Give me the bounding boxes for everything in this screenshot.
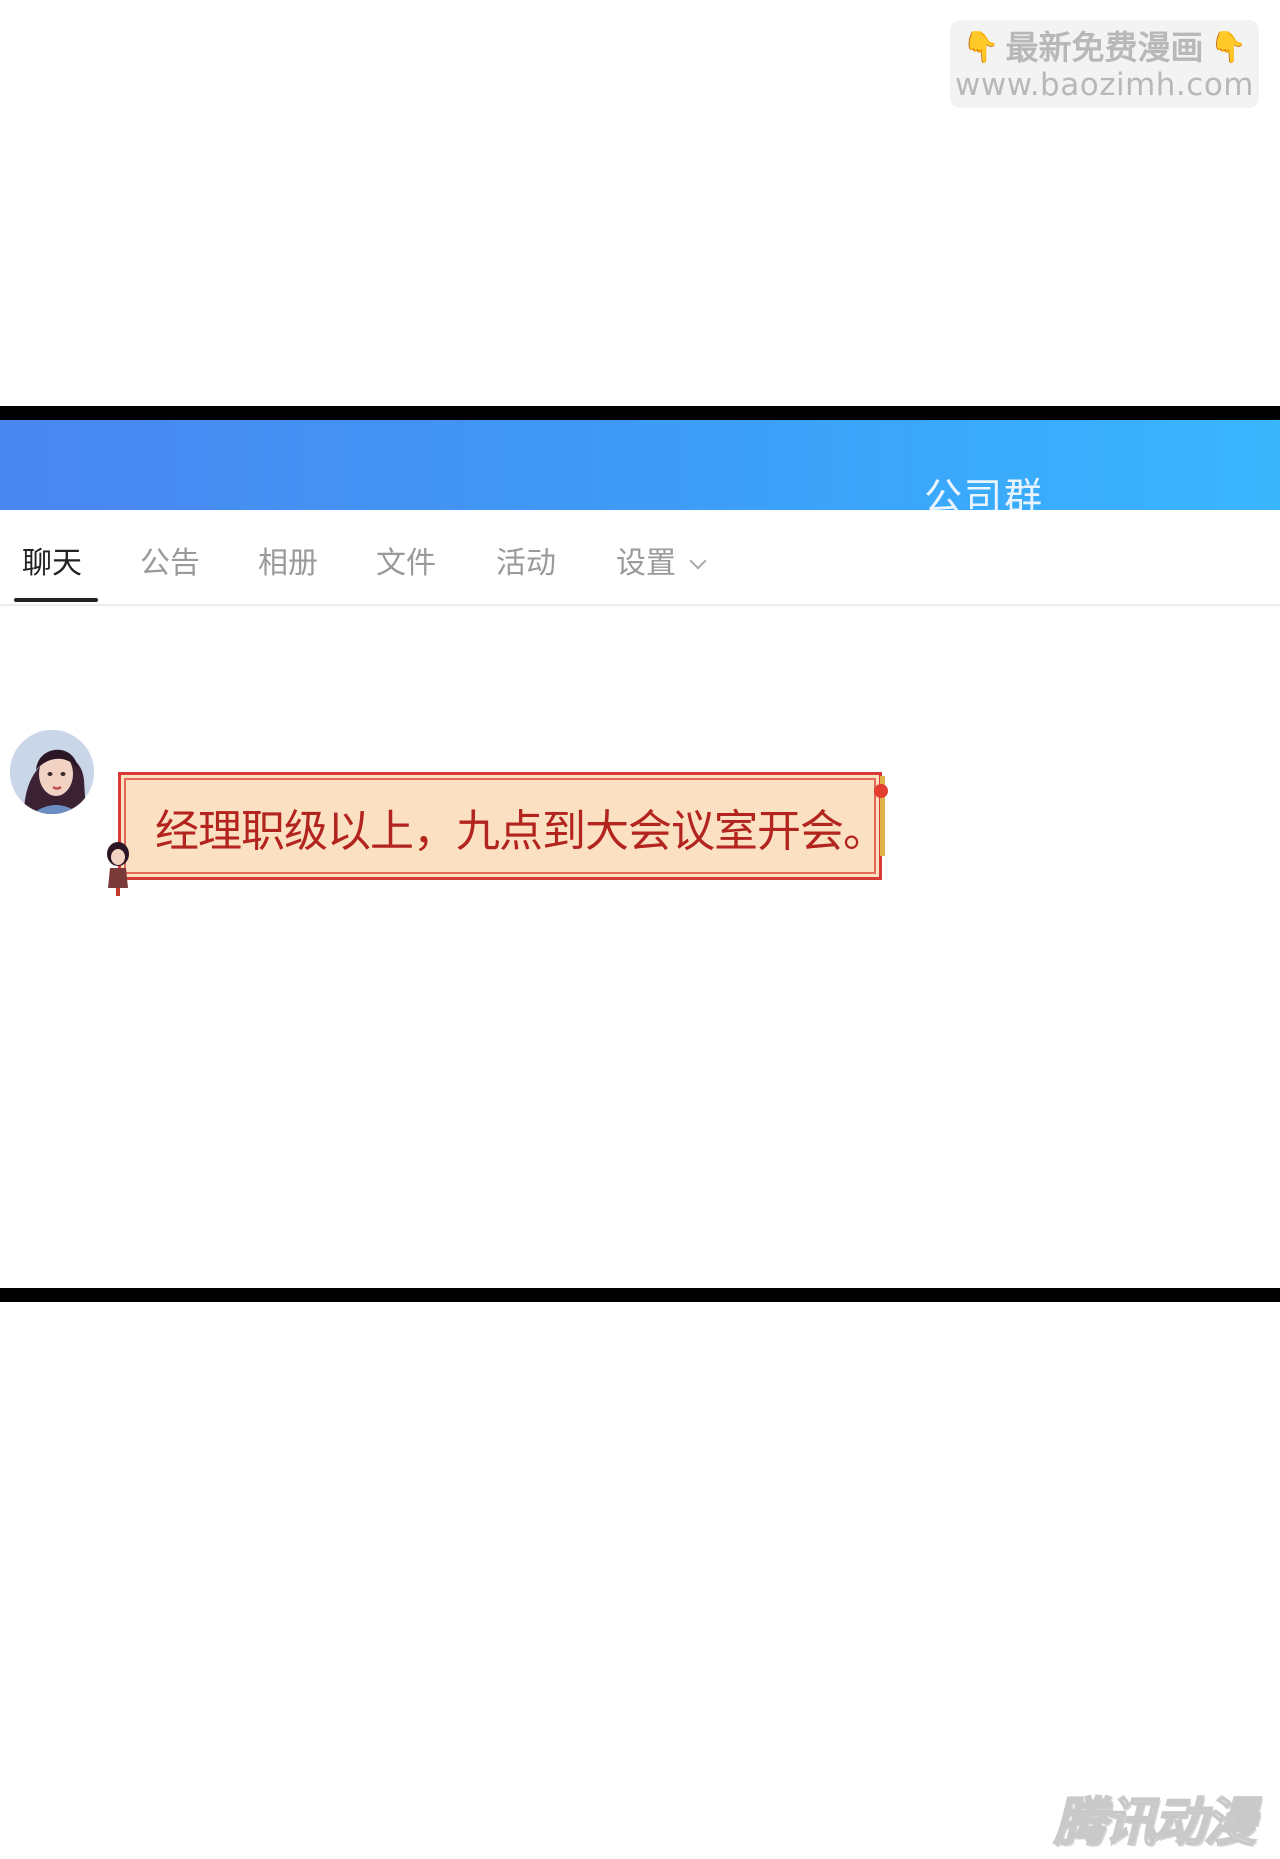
site-watermark: 👇 最新免费漫画 👇 www.baozimh.com: [950, 20, 1259, 108]
pointing-down-hand-icon: 👇: [1209, 30, 1247, 65]
pointing-down-hand-icon: 👇: [962, 30, 1000, 65]
message-bubble: 经理职级以上，九点到大会议室开会。: [118, 772, 887, 880]
tab-files[interactable]: 文件: [376, 538, 436, 582]
chibi-figure-icon: [107, 842, 129, 896]
tab-activity[interactable]: 活动: [496, 538, 556, 582]
tab-chat[interactable]: 聊天: [22, 538, 82, 582]
watermark-text: 最新免费漫画: [1005, 28, 1204, 67]
comic-panel: 公司群 聊天 公告 相册 文件 活动 设置 经理职级以上，九点到大会议室开会。: [0, 406, 1280, 1302]
watermark-url: www.baozimh.com: [954, 67, 1254, 103]
tab-album[interactable]: 相册: [258, 538, 318, 582]
message-text: 经理职级以上，九点到大会议室开会。: [155, 806, 887, 857]
group-title: 公司群: [924, 475, 1045, 510]
chat-title-bar: 公司群: [0, 420, 1280, 510]
tab-settings[interactable]: 设置: [616, 538, 707, 582]
watermark-line1: 👇 最新免费漫画 👇: [950, 28, 1259, 68]
tab-announcement[interactable]: 公告: [140, 538, 200, 582]
scroll-knob-decoration: [874, 784, 888, 798]
avatar-portrait: [10, 730, 94, 814]
chat-tab-bar: 聊天 公告 相册 文件 活动 设置: [0, 510, 1280, 606]
avatar[interactable]: [10, 730, 94, 814]
chevron-down-icon: [689, 552, 707, 570]
active-tab-indicator: [14, 598, 98, 602]
tab-settings-label: 设置: [616, 546, 676, 581]
publisher-logo: 腾讯动漫: [1053, 1792, 1257, 1854]
